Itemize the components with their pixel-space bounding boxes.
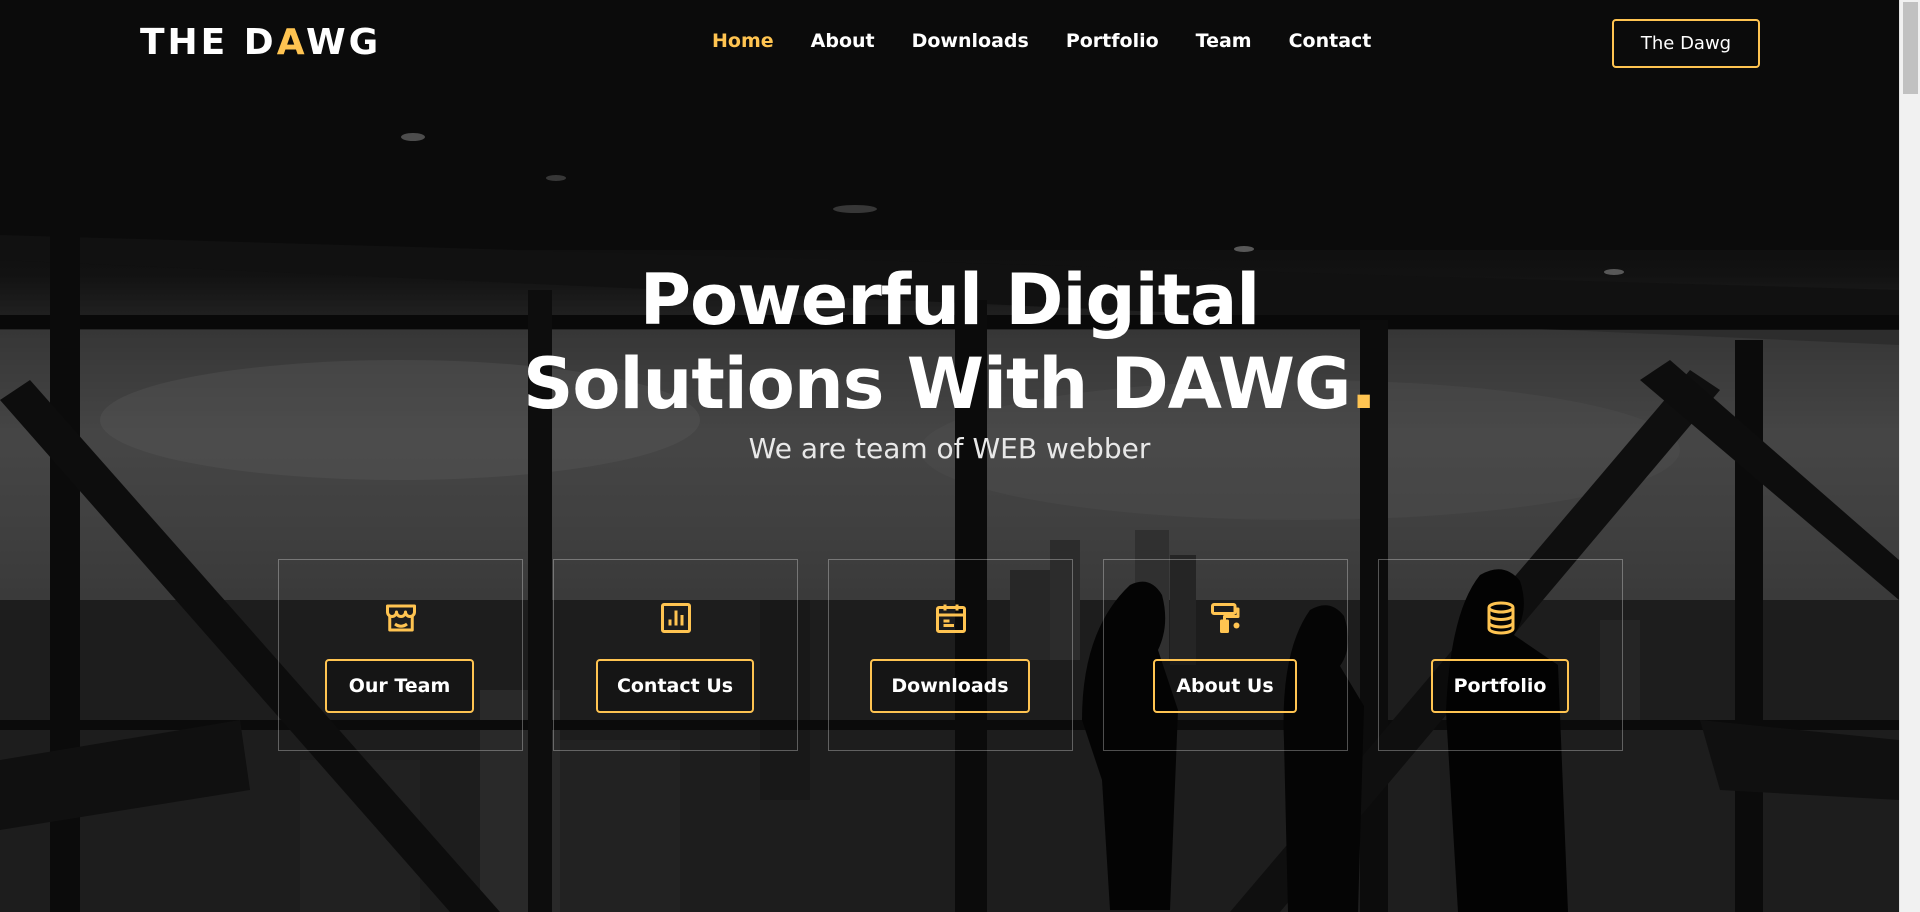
- feature-box-about-us: About Us: [1103, 559, 1348, 751]
- scrollbar-thumb[interactable]: [1903, 2, 1918, 94]
- database-icon: [1379, 600, 1622, 636]
- logo-text-prefix: THE D: [140, 22, 277, 63]
- bar-chart-icon: [554, 600, 797, 636]
- portfolio-button[interactable]: Portfolio: [1431, 659, 1569, 713]
- feature-box-downloads: Downloads: [828, 559, 1073, 751]
- hero-title-dot: .: [1350, 343, 1377, 425]
- hero-subtitle: We are team of WEB webber: [748, 432, 1151, 465]
- nav-team[interactable]: Team: [1196, 30, 1252, 52]
- about-us-button[interactable]: About Us: [1153, 659, 1297, 713]
- header-cta-button[interactable]: The Dawg: [1612, 19, 1760, 68]
- hero-title: Powerful Digital Solutions With DAWG.: [0, 258, 1899, 426]
- site-header: THE DAWG Home About Downloads Portfolio …: [0, 0, 1899, 88]
- hero-title-line1: Powerful Digital: [639, 259, 1261, 341]
- paint-roller-icon: [1104, 600, 1347, 636]
- nav-contact[interactable]: Contact: [1289, 30, 1372, 52]
- logo-text-accent: A: [276, 22, 306, 63]
- contact-us-button[interactable]: Contact Us: [596, 659, 754, 713]
- main-nav: Home About Downloads Portfolio Team Cont…: [712, 30, 1408, 52]
- downloads-button[interactable]: Downloads: [870, 659, 1030, 713]
- nav-downloads[interactable]: Downloads: [912, 30, 1029, 52]
- nav-portfolio[interactable]: Portfolio: [1066, 30, 1159, 52]
- nav-home[interactable]: Home: [712, 30, 774, 52]
- feature-box-portfolio: Portfolio: [1378, 559, 1623, 751]
- hero-title-line2: Solutions With DAWG: [522, 343, 1351, 425]
- page-scrollbar[interactable]: [1899, 0, 1920, 912]
- feature-box-our-team: Our Team: [278, 559, 523, 751]
- logo-text-suffix: WG: [305, 22, 382, 63]
- calendar-icon: [829, 600, 1072, 636]
- feature-box-contact-us: Contact Us: [553, 559, 798, 751]
- store-icon: [279, 600, 522, 636]
- nav-about[interactable]: About: [811, 30, 875, 52]
- our-team-button[interactable]: Our Team: [325, 659, 474, 713]
- site-logo[interactable]: THE DAWG: [140, 22, 381, 63]
